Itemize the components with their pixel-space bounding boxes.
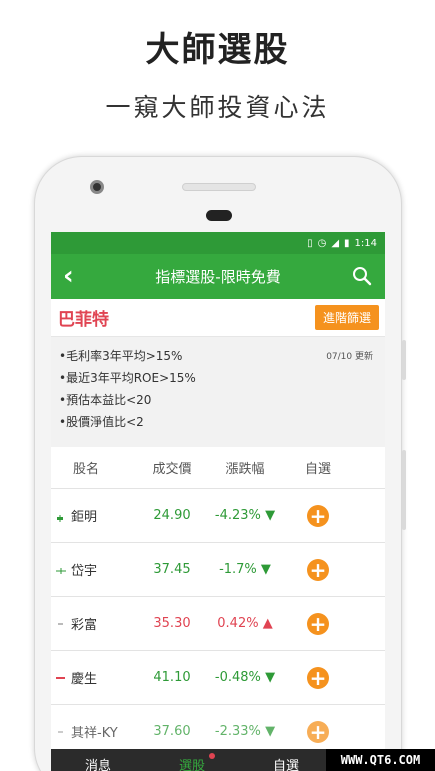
header-fav: 自選 bbox=[304, 462, 331, 477]
alarm-icon: ◷ bbox=[317, 237, 327, 249]
sparkline-icon bbox=[56, 567, 66, 574]
notification-dot bbox=[209, 753, 215, 759]
nav-item-watchlist[interactable]: 自選 bbox=[239, 749, 333, 771]
phone-volume-button bbox=[402, 340, 406, 380]
stock-name: 其祥-KY bbox=[71, 726, 118, 741]
header-change: 漲跌幅 bbox=[225, 462, 265, 477]
add-favorite-button[interactable]: + bbox=[307, 504, 329, 527]
stock-change: -4.23% bbox=[214, 508, 261, 523]
watermark: WWW.QT6.COM bbox=[326, 749, 435, 771]
down-arrow-icon: ▼ bbox=[265, 508, 276, 523]
stock-name: 岱宇 bbox=[71, 564, 98, 579]
advanced-filter-button[interactable]: 進階篩選 bbox=[314, 305, 379, 330]
add-favorite-button[interactable]: + bbox=[307, 558, 329, 581]
criteria-item: •股價淨值比<2 bbox=[59, 415, 144, 429]
sparkline-icon bbox=[58, 731, 63, 732]
nav-item-label: 選股 bbox=[178, 759, 205, 771]
stock-change: -0.48% bbox=[214, 670, 261, 685]
app-bar: ‹ 指標選股-限時免費 bbox=[51, 254, 385, 299]
phone-camera bbox=[90, 180, 104, 194]
stock-change: -1.7% bbox=[219, 562, 257, 577]
stock-name: 鉅明 bbox=[71, 510, 98, 525]
status-time: 1:14 bbox=[354, 237, 377, 249]
page-title: 指標選股-限時免費 bbox=[155, 268, 281, 286]
sparkline-icon bbox=[57, 514, 63, 522]
stock-price: 41.10 bbox=[153, 670, 191, 685]
promo-subtitle: 一窺大師投資心法 bbox=[105, 93, 330, 122]
up-arrow-icon: ▲ bbox=[262, 616, 273, 631]
phone-speaker bbox=[182, 183, 256, 191]
stock-change: -2.33% bbox=[214, 724, 261, 739]
down-arrow-icon: ▼ bbox=[265, 724, 276, 739]
update-date: 07/10 更新 bbox=[326, 352, 373, 362]
criteria-panel: •毛利率3年平均>15% •最近3年平均ROE>15% •預估本益比<20 •股… bbox=[51, 337, 385, 447]
battery-icon: ▮ bbox=[344, 237, 350, 249]
stock-price: 37.45 bbox=[153, 562, 191, 577]
sparkline-icon bbox=[58, 623, 63, 624]
criteria-item: •預估本益比<20 bbox=[59, 393, 152, 407]
stock-price: 37.60 bbox=[153, 724, 191, 739]
sparkline-icon bbox=[56, 676, 65, 679]
phone-sensor bbox=[206, 210, 232, 221]
guru-name: 巴菲特 bbox=[58, 310, 109, 330]
nav-item-stock-picker[interactable]: 選股 bbox=[145, 749, 239, 771]
down-arrow-icon: ▼ bbox=[260, 562, 271, 577]
promo-title: 大師選股 bbox=[145, 30, 290, 70]
stock-name: 慶生 bbox=[71, 672, 98, 687]
header-name: 股名 bbox=[73, 462, 100, 477]
header-price: 成交價 bbox=[152, 462, 192, 477]
search-icon[interactable] bbox=[351, 265, 373, 287]
lte-signal-icon: ◢ bbox=[331, 237, 340, 249]
stock-change: 0.42% bbox=[217, 616, 259, 631]
app-screen: ▯ ◷ ◢ ▮ 1:14 ‹ 指標選股-限時免費 巴菲特 進階篩選 •毛利率3年… bbox=[51, 232, 385, 771]
phone-power-button bbox=[402, 450, 406, 530]
status-bar: ▯ ◷ ◢ ▮ 1:14 bbox=[51, 232, 385, 254]
stock-price: 35.30 bbox=[153, 616, 191, 631]
table-row[interactable]: 慶生 41.10 -0.48% ▼ + bbox=[51, 651, 385, 705]
criteria-item: •最近3年平均ROE>15% bbox=[59, 371, 196, 385]
add-favorite-button[interactable]: + bbox=[307, 666, 329, 689]
stock-price: 24.90 bbox=[153, 508, 191, 523]
down-arrow-icon: ▼ bbox=[265, 670, 276, 685]
table-row[interactable]: 彩富 35.30 0.42% ▲ + bbox=[51, 597, 385, 651]
guru-header: 巴菲特 進階篩選 bbox=[51, 299, 385, 337]
table-row[interactable]: 岱宇 37.45 -1.7% ▼ + bbox=[51, 543, 385, 597]
add-favorite-button[interactable]: + bbox=[307, 720, 329, 743]
nav-item-news[interactable]: 消息 bbox=[51, 749, 145, 771]
table-row[interactable]: 鉅明 24.90 -4.23% ▼ + bbox=[51, 489, 385, 543]
stock-name: 彩富 bbox=[71, 618, 98, 633]
vibrate-icon: ▯ bbox=[307, 237, 313, 249]
back-arrow-icon[interactable]: ‹ bbox=[63, 262, 74, 290]
add-favorite-button[interactable]: + bbox=[307, 612, 329, 635]
table-header: 股名 成交價 漲跌幅 自選 bbox=[51, 447, 385, 489]
